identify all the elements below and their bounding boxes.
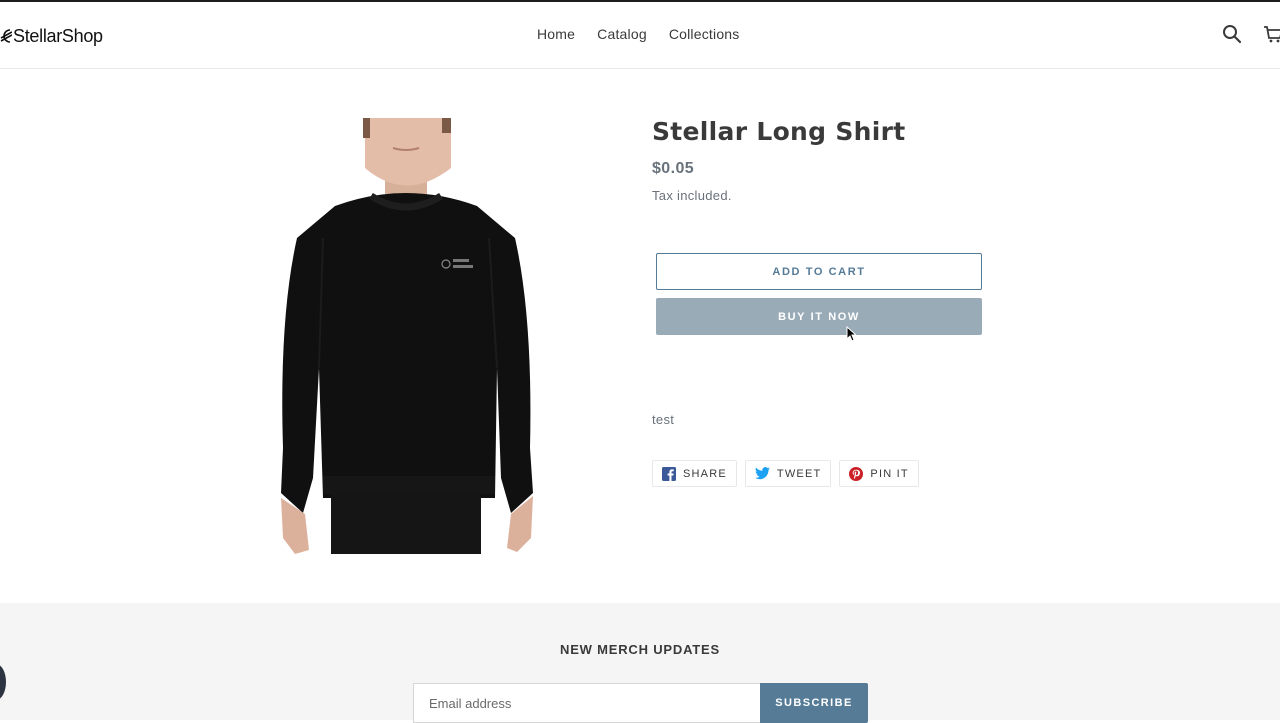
cart-button[interactable] (1263, 24, 1280, 49)
mouse-cursor-icon (846, 326, 856, 342)
cart-icon (1264, 26, 1280, 43)
share-facebook-button[interactable]: SHARE (652, 460, 737, 487)
main-nav: Home Catalog Collections (526, 26, 751, 42)
product-image[interactable] (275, 118, 537, 554)
product-price: $0.05 (652, 160, 695, 177)
nav-home[interactable]: Home (526, 26, 586, 42)
facebook-icon (662, 466, 676, 481)
share-pinterest-button[interactable]: PIN IT (839, 460, 919, 487)
newsletter-section: NEW MERCH UPDATES Email address SUBSCRIB… (0, 603, 1280, 723)
product-title: Stellar Long Shirt (652, 117, 906, 146)
share-pinterest-label: PIN IT (870, 467, 909, 480)
subscribe-button[interactable]: SUBSCRIBE (760, 683, 868, 723)
search-button[interactable] (1222, 24, 1242, 49)
email-input[interactable]: Email address (413, 683, 761, 723)
share-twitter-label: TWEET (776, 467, 822, 480)
stellar-logo-icon (0, 29, 12, 43)
email-placeholder: Email address (429, 695, 512, 711)
nav-catalog[interactable]: Catalog (586, 26, 658, 42)
newsletter-title: NEW MERCH UPDATES (560, 642, 720, 657)
site-logo[interactable]: StellarShop (0, 24, 103, 48)
social-share: SHARE TWEET PIN IT (652, 460, 919, 487)
share-twitter-button[interactable]: TWEET (744, 460, 832, 487)
share-facebook-label: SHARE (683, 467, 727, 480)
site-header: StellarShop Home Catalog Collections (0, 2, 1280, 69)
logo-text: StellarShop (13, 25, 103, 46)
pinterest-icon (849, 466, 864, 481)
tax-note: Tax included. (652, 188, 732, 203)
nav-collections[interactable]: Collections (658, 26, 751, 42)
add-to-cart-button[interactable]: ADD TO CART (656, 253, 982, 290)
search-icon (1223, 25, 1242, 44)
product-info: Stellar Long Shirt $0.05 Tax included. A… (652, 112, 992, 487)
product-description: test (652, 412, 675, 427)
twitter-icon (754, 467, 770, 480)
buy-it-now-button[interactable]: BUY IT NOW (656, 298, 982, 335)
